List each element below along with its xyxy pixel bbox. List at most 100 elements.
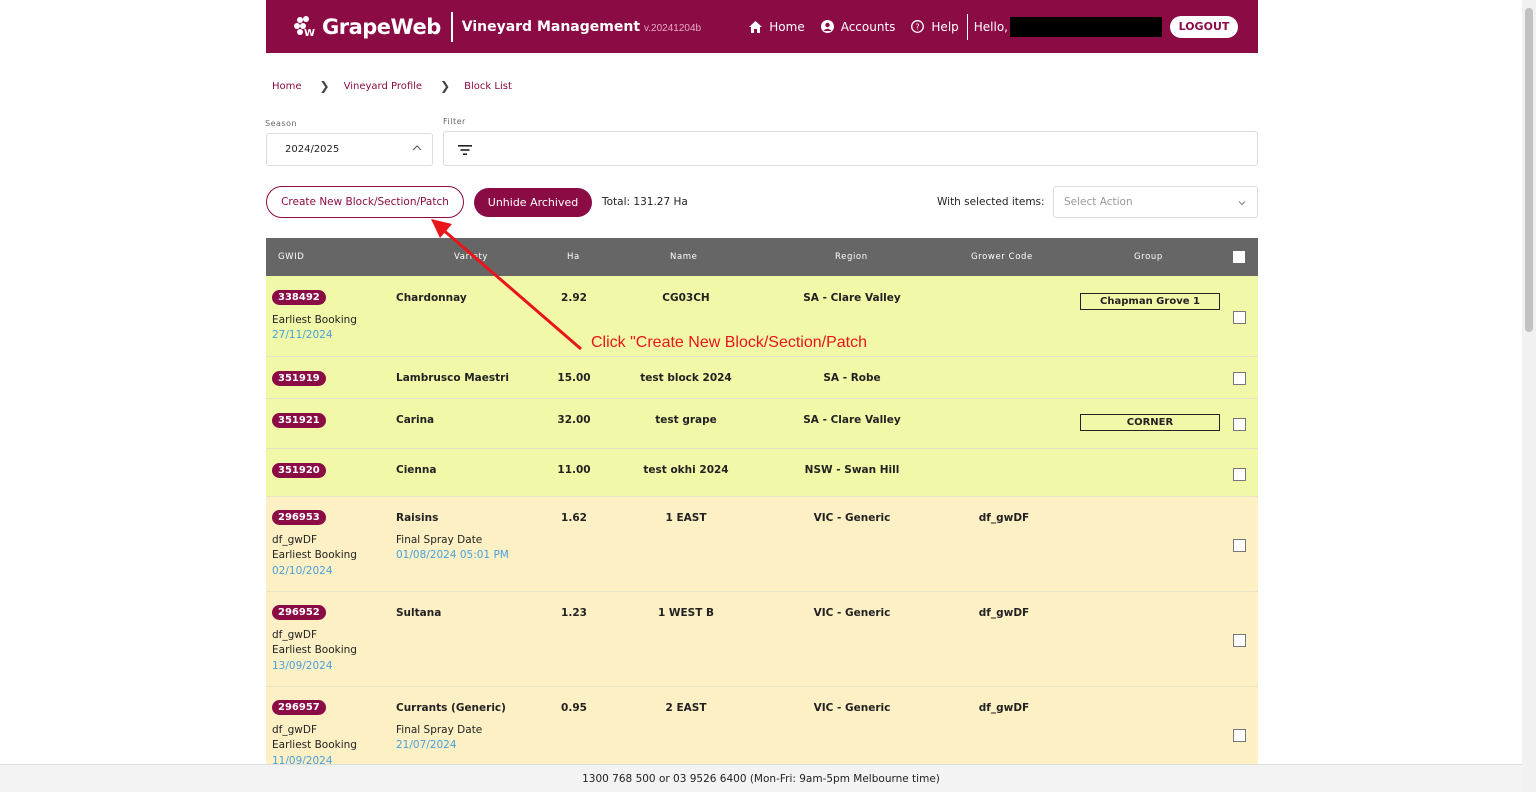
svg-text:?: ? (916, 23, 920, 32)
chevron-up-icon (412, 144, 422, 155)
breadcrumb-block-list[interactable]: Block List (464, 81, 512, 92)
nav-accounts[interactable]: Accounts (820, 19, 896, 34)
breadcrumb: Home ❯ Vineyard Profile ❯ Block List (272, 79, 512, 93)
region-cell: SA - Robe (823, 372, 881, 384)
earliest-booking-label: Earliest Booking (272, 739, 357, 751)
name-cell: CG03CH (662, 292, 710, 304)
region-cell: SA - Clare Valley (803, 414, 901, 426)
nav-home[interactable]: Home (749, 19, 805, 34)
grower-code-cell: df_gwDF (978, 702, 1030, 714)
header-divider (450, 11, 453, 42)
annotation-text: Click "Create New Block/Section/Patch (591, 334, 868, 351)
region-cell: VIC - Generic (813, 512, 891, 524)
nav-separator (966, 13, 968, 40)
app-header: W GrapeWeb Vineyard Management v.2024120… (266, 0, 1258, 53)
logo-text: GrapeWeb (322, 14, 441, 39)
scrollbar-thumb[interactable] (1525, 8, 1533, 332)
gwid-badge[interactable]: 351920 (272, 463, 326, 478)
row-checkbox[interactable] (1233, 468, 1246, 481)
season-label: Season (265, 119, 298, 128)
col-grower-code[interactable]: Grower Code (971, 252, 1033, 262)
earliest-booking-date[interactable]: 11/09/2024 (272, 755, 333, 764)
grower-code-cell: df_gwDF (978, 607, 1030, 619)
ha-cell: 0.95 (561, 702, 587, 714)
select-action-dropdown[interactable]: Select Action (1053, 186, 1258, 218)
col-name[interactable]: Name (670, 252, 697, 262)
filter-label: Filter (443, 117, 466, 126)
table-row[interactable]: 351921 Carina 32.00 test grape SA - Clar… (266, 399, 1258, 449)
filter-input[interactable] (443, 131, 1258, 166)
row-checkbox[interactable] (1233, 729, 1246, 742)
grower-code-cell: df_gwDF (978, 512, 1030, 524)
name-cell: 1 WEST B (657, 607, 715, 619)
col-region[interactable]: Region (835, 252, 868, 262)
variety-cell: Lambrusco Maestri (396, 372, 509, 384)
table-row[interactable]: 296953 df_gwDF Earliest Booking 02/10/20… (266, 497, 1258, 592)
app-version: v.20241204b (644, 22, 702, 34)
gwid-badge[interactable]: 296953 (272, 510, 326, 525)
gwid-badge[interactable]: 338492 (272, 290, 326, 305)
variety-cell: Cienna (396, 464, 437, 476)
page-scrollbar[interactable] (1522, 0, 1536, 792)
ha-cell: 1.62 (561, 512, 587, 524)
unhide-archived-button[interactable]: Unhide Archived (474, 188, 592, 217)
gwid-sub: df_gwDF (272, 724, 317, 736)
row-checkbox[interactable] (1233, 634, 1246, 647)
table-row[interactable]: 351920 Cienna 11.00 test okhi 2024 NSW -… (266, 449, 1258, 497)
earliest-booking-date[interactable]: 13/09/2024 (272, 660, 333, 672)
breadcrumb-home[interactable]: Home (272, 81, 302, 92)
final-spray-label: Final Spray Date (396, 724, 483, 736)
gwid-badge[interactable]: 296957 (272, 700, 326, 715)
earliest-booking-date[interactable]: 27/11/2024 (272, 329, 333, 341)
group-tag[interactable]: Chapman Grove 1 (1080, 293, 1220, 310)
nav-help[interactable]: ? Help (911, 20, 959, 34)
redacted-username (1010, 16, 1162, 37)
table-row[interactable]: 351919 Lambrusco Maestri 15.00 test bloc… (266, 357, 1258, 399)
name-cell: test block 2024 (640, 372, 732, 384)
variety-cell: Currants (Generic) (396, 702, 506, 714)
name-cell: test grape (655, 414, 717, 426)
gwid-badge[interactable]: 296952 (272, 605, 326, 620)
group-tag[interactable]: CORNER (1080, 414, 1220, 431)
variety-cell: Chardonnay (396, 292, 467, 304)
season-select[interactable]: 2024/2025 (266, 133, 433, 166)
name-cell: 1 EAST (665, 512, 707, 524)
final-spray-date[interactable]: 01/08/2024 05:01 PM (396, 549, 509, 561)
region-cell: VIC - Generic (813, 702, 891, 714)
col-variety[interactable]: Variety (454, 252, 488, 262)
name-cell: 2 EAST (665, 702, 707, 714)
create-block-button[interactable]: Create New Block/Section/Patch (266, 186, 464, 218)
table-row[interactable]: 296952 df_gwDF Earliest Booking 13/09/20… (266, 592, 1258, 687)
logout-button[interactable]: LOGOUT (1170, 15, 1238, 38)
app-name: Vineyard Management (461, 18, 641, 35)
gwid-badge[interactable]: 351919 (272, 371, 326, 386)
ha-cell: 15.00 (557, 372, 591, 384)
col-ha[interactable]: Ha (567, 252, 580, 262)
ha-cell: 11.00 (557, 464, 591, 476)
gwid-sub: df_gwDF (272, 629, 317, 641)
select-all-checkbox[interactable] (1233, 251, 1245, 263)
earliest-booking-label: Earliest Booking (272, 314, 357, 326)
col-gwid[interactable]: GWID (278, 252, 304, 262)
grapeweb-logo[interactable]: W GrapeWeb (292, 14, 441, 40)
nav-home-label: Home (769, 19, 805, 34)
breadcrumb-vineyard-profile[interactable]: Vineyard Profile (344, 81, 423, 92)
chevron-right-icon: ❯ (440, 79, 451, 93)
final-spray-date[interactable]: 21/07/2024 (396, 739, 457, 751)
row-checkbox[interactable] (1233, 311, 1246, 324)
table-row[interactable]: 296957 df_gwDF Earliest Booking 11/09/20… (266, 687, 1258, 764)
row-checkbox[interactable] (1233, 418, 1246, 431)
gwid-badge[interactable]: 351921 (272, 413, 326, 428)
chevron-right-icon: ❯ (319, 79, 330, 93)
row-checkbox[interactable] (1233, 372, 1246, 385)
earliest-booking-date[interactable]: 02/10/2024 (272, 565, 333, 577)
col-group[interactable]: Group (1134, 252, 1163, 262)
season-value: 2024/2025 (285, 144, 340, 155)
earliest-booking-label: Earliest Booking (272, 644, 357, 656)
total-ha: Total: 131.27 Ha (602, 196, 688, 208)
home-icon (749, 20, 763, 33)
row-checkbox[interactable] (1233, 539, 1246, 552)
nav-accounts-label: Accounts (840, 19, 896, 34)
help-icon: ? (911, 20, 925, 33)
region-cell: SA - Clare Valley (803, 292, 901, 304)
